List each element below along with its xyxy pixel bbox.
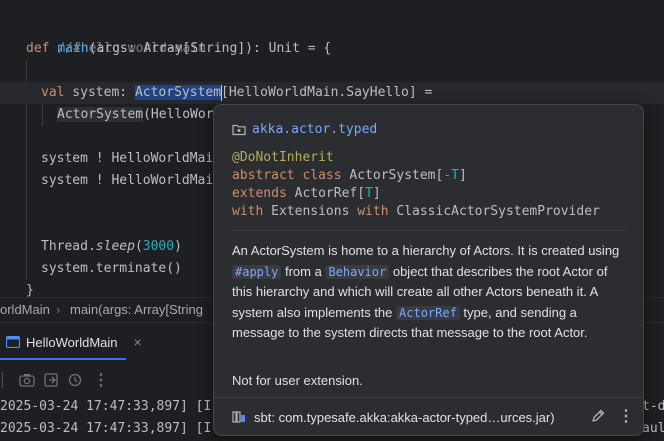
def-signature: (args: Array[String]): Unit = { [88,41,332,56]
thread-ref: Thread. [41,239,96,254]
log-line-tail: aul [642,419,664,439]
apply-link[interactable]: #apply [232,264,282,279]
popup-footer: sbt: com.typesafe.akka:akka-actor-typed…… [214,397,643,435]
bracket: ] [458,168,467,183]
divider [232,230,625,231]
bracket: ] [372,186,381,201]
run-toolbar: ⋮ [0,369,109,391]
behavior-link[interactable]: Behavior [325,264,390,279]
send-statement: system ! HelloWorldMai [41,173,214,188]
extends-name: ActorRef[ [286,186,366,201]
camera-icon[interactable] [19,373,35,387]
code-line: //#hello-world-main [26,16,206,56]
sleep-arg: 3000 [142,239,175,254]
doc-note: Not for user extension. [232,373,363,388]
package-name: akka.actor.typed [252,121,378,137]
def-keyword: def [26,41,50,56]
code-line: system ! HelloWorldMai [41,170,213,192]
package-link[interactable]: akka.actor.typed [232,120,377,138]
actor-system-usage[interactable]: ActorSystem [57,107,144,122]
log-line-tail: t-di [642,397,664,417]
log-line-text: 2025-03-24 17:47:33,897] [I [0,421,212,436]
code-line: val system: ActorSystem[HelloWorldMain.S… [41,82,432,104]
terminate-statement: system.terminate() [41,261,182,276]
source-link[interactable]: sbt: com.typesafe.akka:akka-actor-typed…… [232,407,555,427]
quick-documentation-popup: akka.actor.typed @DoNotInherit abstract … [213,104,644,436]
val-keyword: val [41,85,65,100]
package-icon [232,124,246,136]
log-line: 2025-03-24 17:47:33,897] [I [0,397,211,417]
dump-threads-icon[interactable] [67,373,83,387]
code-line: system ! HelloWorldMai [41,148,213,170]
log-line-text: 2025-03-24 17:47:33,897] [I [0,399,212,414]
log-line: 2025-03-24 17:47:33,897] [I [0,419,211,439]
class-name: ActorSystem[ [341,168,444,183]
signature-line: extends ActorRef[T] [232,185,381,203]
active-tab-indicator [0,358,126,360]
extensions-trait: Extensions [263,204,358,219]
val-decl: system: [64,85,135,100]
signature-line: abstract class ActorSystem[-T] [232,167,467,185]
paren-open: ( [134,239,143,254]
with-keyword: with [232,204,264,219]
application-icon [6,336,20,348]
annotation: @DoNotInherit [232,150,334,165]
breadcrumb-item-method[interactable]: main(args: Array[String [70,298,203,322]
library-icon [232,411,245,423]
sleep-method: sleep [95,239,135,254]
source-label: sbt: com.typesafe.akka:akka-actor-typed…… [254,409,555,425]
more-options-icon[interactable]: ⋮ [618,406,634,426]
provider-trait: ClassicActorSystemProvider [388,204,600,219]
type-param: -T [443,168,459,183]
breadcrumb-separator: › [56,302,61,317]
type-param: T [365,186,373,201]
more-options-icon[interactable]: ⋮ [93,370,109,390]
code-line: Thread.sleep(3000) [41,236,182,258]
breadcrumb-item-class[interactable]: orldMain [0,298,50,322]
toolbar-divider [2,372,3,388]
extends-keyword: extends [232,186,287,201]
doc-description: An ActorSystem is home to a hierarchy of… [232,241,625,344]
log-line-tail-text: aul [642,421,664,436]
closing-brace: } [26,283,34,298]
function-name[interactable]: main [57,41,88,56]
code-line: def main(args: Array[String]): Unit = { [26,38,331,60]
log-line-tail-text: t-di [642,399,664,414]
close-icon[interactable]: × [134,334,142,350]
actorref-link[interactable]: ActorRef [396,305,460,320]
send-statement: system ! HelloWorldMai [41,151,214,166]
indent-guide [42,104,43,126]
tab-label: HelloWorldMain [26,334,118,350]
type-args: [HelloWorldMain.SayHello] = [221,85,433,100]
tab-hello-world-main[interactable]: HelloWorldMain × [0,329,142,355]
paren-close: ) [174,239,182,254]
signature-line: @DoNotInherit [232,149,334,167]
edit-icon[interactable] [590,408,606,424]
actor-system-call: (HelloWor [143,107,214,122]
desc-text: from a [281,263,326,279]
restore-layout-icon[interactable] [43,373,59,387]
signature-line: with Extensions with ClassicActorSystemP… [232,203,600,221]
abstract-keyword: abstract class [232,168,342,183]
code-line: system.terminate() [41,258,182,280]
code-line: ActorSystem(HelloWor [57,104,214,126]
with-keyword: with [357,204,389,219]
actor-system-identifier[interactable]: ActorSystem [134,85,222,100]
desc-text: An ActorSystem is home to a hierarchy of… [232,243,620,258]
